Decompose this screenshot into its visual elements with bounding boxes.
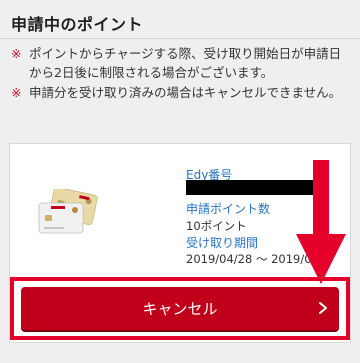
note-mark: ※ xyxy=(11,46,22,61)
note-text: 申請分を受け取り済みの場合はキャンセルできません。 xyxy=(29,85,342,100)
notes-list: ※ ポイントからチャージする際、受け取り開始日が申請日から2日後に制限される場合… xyxy=(11,44,353,103)
points-value: 10ポイント xyxy=(186,219,247,233)
note-item: ※ 申請分を受け取り済みの場合はキャンセルできません。 xyxy=(11,83,353,102)
page-title: 申請中のポイント xyxy=(11,15,144,34)
rakuten-edy-card-icon xyxy=(38,189,98,234)
chevron-right-icon xyxy=(319,302,327,314)
note-text: ポイントからチャージする際、受け取り開始日が申請日から2日後に制限される場合がご… xyxy=(29,46,342,80)
title-divider xyxy=(0,38,360,39)
cancel-button-label: キャンセル xyxy=(142,300,218,318)
down-arrow-annotation-icon xyxy=(296,160,346,284)
note-mark: ※ xyxy=(11,85,22,100)
note-item: ※ ポイントからチャージする際、受け取り開始日が申請日から2日後に制限される場合… xyxy=(11,44,353,82)
period-label: 受け取り期間 xyxy=(186,236,259,250)
cancel-button[interactable]: キャンセル xyxy=(21,287,339,330)
points-label: 申請ポイント数 xyxy=(186,202,271,216)
